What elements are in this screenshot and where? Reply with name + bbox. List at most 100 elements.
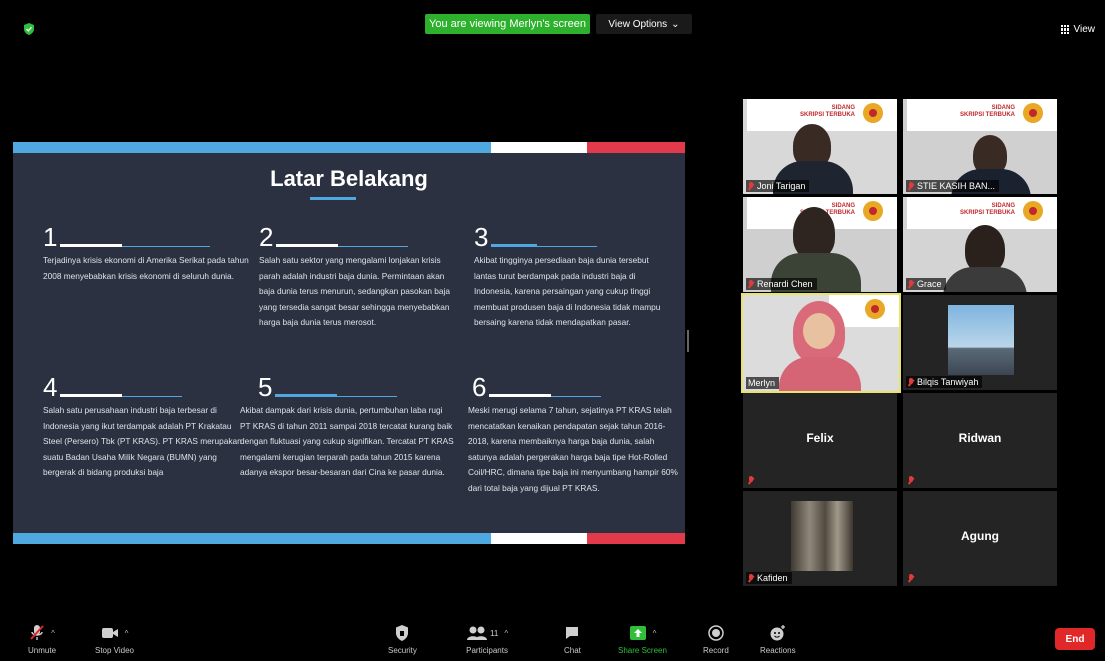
mic-muted-icon: [908, 279, 914, 289]
mic-muted-icon: [908, 377, 914, 387]
mic-muted-icon: [908, 574, 914, 583]
stop-video-label: Stop Video: [95, 646, 134, 655]
chat-button[interactable]: Chat: [564, 624, 581, 655]
participant-tile[interactable]: Bilqis Tanwiyah: [903, 295, 1057, 390]
participant-name: Joni Tarigan: [757, 181, 806, 191]
meeting-toolbar: ^ Unmute ^ Stop Video Security 11 ^ Parti…: [0, 618, 1105, 661]
point-text: Akibat tingginya persediaan baja dunia t…: [474, 255, 661, 328]
mic-muted-icon: [30, 625, 44, 640]
caret-up-icon[interactable]: ^: [653, 629, 657, 638]
participant-tile[interactable]: SIDANG SKRIPSI TERBUKA Renardi Chen: [743, 197, 897, 292]
view-button[interactable]: View: [1060, 24, 1096, 35]
participant-name-tag: Merlyn: [746, 377, 780, 389]
point-text: Salah satu sektor yang mengalami lonjaka…: [259, 255, 450, 328]
profile-picture: [948, 305, 1014, 375]
participant-name: Merlyn: [748, 378, 776, 388]
share-screen-label: Share Screen: [618, 646, 667, 655]
mic-muted-icon: [748, 573, 754, 583]
mic-muted-icon: [748, 181, 754, 191]
encryption-shield-icon[interactable]: [22, 22, 36, 36]
slide-point-5: 5 Akibat dampak dari krisis dunia, pertu…: [240, 374, 455, 481]
point-number: 6: [472, 372, 487, 402]
participant-name-center: Felix: [806, 431, 834, 445]
point-text: Salah satu perusahaan industri baja terb…: [43, 405, 242, 478]
participants-button[interactable]: 11 ^ Participants: [466, 624, 508, 655]
sidang-text: SIDANG SKRIPSI TERBUKA: [799, 105, 855, 118]
unmute-button[interactable]: ^ Unmute: [28, 624, 56, 655]
participant-name: STIE KASIH BAN...: [917, 181, 996, 191]
point-bar-thin: [551, 396, 602, 397]
view-options-button[interactable]: View Options ⌄: [596, 14, 692, 34]
participant-tile[interactable]: Agung: [903, 491, 1057, 586]
point-bar: [491, 244, 538, 247]
person-body: [779, 357, 861, 391]
point-bar: [276, 244, 339, 247]
chat-bubble-icon: [566, 627, 579, 639]
shared-screen: Latar Belakang 1 Terjadinya krisis ekono…: [13, 142, 685, 544]
view-options-label: View Options: [608, 18, 668, 30]
participant-name-tag: Grace: [906, 278, 946, 290]
participant-tile[interactable]: SIDANG SKRIPSI TERBUKA Joni Tarigan: [743, 99, 897, 194]
reactions-button[interactable]: Reactions: [760, 624, 796, 655]
point-bar-thin: [338, 246, 409, 247]
participants-icon: [467, 626, 487, 640]
sidang-text: SIDANG SKRIPSI TERBUKA: [959, 203, 1015, 216]
view-label: View: [1073, 24, 1096, 35]
security-button[interactable]: Security: [388, 624, 417, 655]
slide-point-6: 6 Meski merugi selama 7 tahun, sejatinya…: [468, 374, 678, 497]
participant-name-tag: Joni Tarigan: [746, 180, 810, 192]
point-bar-thin: [122, 246, 211, 247]
caret-up-icon[interactable]: ^: [504, 629, 508, 638]
mic-muted-icon: [748, 279, 754, 289]
sidang-text: SIDANG SKRIPSI TERBUKA: [959, 105, 1015, 118]
point-bar-thin: [122, 396, 183, 397]
participant-name-tag: Bilqis Tanwiyah: [906, 376, 983, 388]
point-bar-thin: [337, 396, 398, 397]
participant-tile[interactable]: SIDANG SKRIPSI TERBUKA STIE KASIH BAN...: [903, 99, 1057, 194]
record-label: Record: [703, 646, 729, 655]
mic-muted-icon: [908, 181, 914, 191]
participant-name-tag: [906, 475, 918, 486]
mic-muted-icon: [908, 476, 914, 485]
stop-video-button[interactable]: ^ Stop Video: [95, 624, 134, 655]
participant-name-tag: [746, 475, 758, 486]
slide-point-1: 1 Terjadinya krisis ekonomi di Amerika S…: [43, 224, 253, 284]
participant-name-tag: Renardi Chen: [746, 278, 817, 290]
share-screen-icon: [629, 626, 646, 640]
point-bar: [489, 394, 552, 397]
participant-tile[interactable]: Felix: [743, 393, 897, 488]
slide-point-4: 4 Salah satu perusahaan industri baja te…: [43, 374, 243, 481]
participant-tile-active-speaker[interactable]: Merlyn: [741, 293, 901, 393]
grid-view-icon: [1060, 25, 1070, 34]
share-screen-button[interactable]: ^ Share Screen: [618, 624, 667, 655]
security-shield-icon: [396, 625, 409, 641]
point-number: 4: [43, 372, 58, 402]
participant-name-tag: Kafiden: [746, 572, 792, 584]
record-button[interactable]: Record: [703, 624, 729, 655]
reactions-label: Reactions: [760, 646, 796, 655]
participant-name: Kafiden: [757, 573, 788, 583]
participant-tile[interactable]: SIDANG SKRIPSI TERBUKA Grace: [903, 197, 1057, 292]
point-number: 1: [43, 222, 58, 252]
participant-name: Bilqis Tanwiyah: [917, 377, 979, 387]
chat-label: Chat: [564, 646, 581, 655]
mic-muted-icon: [748, 476, 754, 485]
chevron-down-icon: ⌄: [671, 18, 680, 30]
security-label: Security: [388, 646, 417, 655]
split-drag-handle[interactable]: [687, 330, 689, 352]
smiley-plus-icon: [770, 625, 785, 641]
slide-point-2: 2 Salah satu sektor yang mengalami lonja…: [259, 224, 459, 331]
participant-tile[interactable]: Ridwan: [903, 393, 1057, 488]
person-face: [803, 313, 835, 349]
end-meeting-button[interactable]: End: [1055, 628, 1095, 650]
sidang-banner: SIDANG SKRIPSI TERBUKA: [907, 99, 1057, 131]
slide-top-stripe: [13, 142, 685, 153]
participant-tile[interactable]: Kafiden: [743, 491, 897, 586]
caret-up-icon[interactable]: ^: [125, 629, 129, 638]
viewing-screen-banner: You are viewing Merlyn's screen: [425, 14, 590, 34]
participant-name-center: Ridwan: [958, 431, 1002, 445]
caret-up-icon[interactable]: ^: [51, 629, 55, 638]
sidang-logo-icon: [1023, 103, 1043, 123]
record-icon: [708, 625, 724, 641]
participant-name: Grace: [917, 279, 942, 289]
